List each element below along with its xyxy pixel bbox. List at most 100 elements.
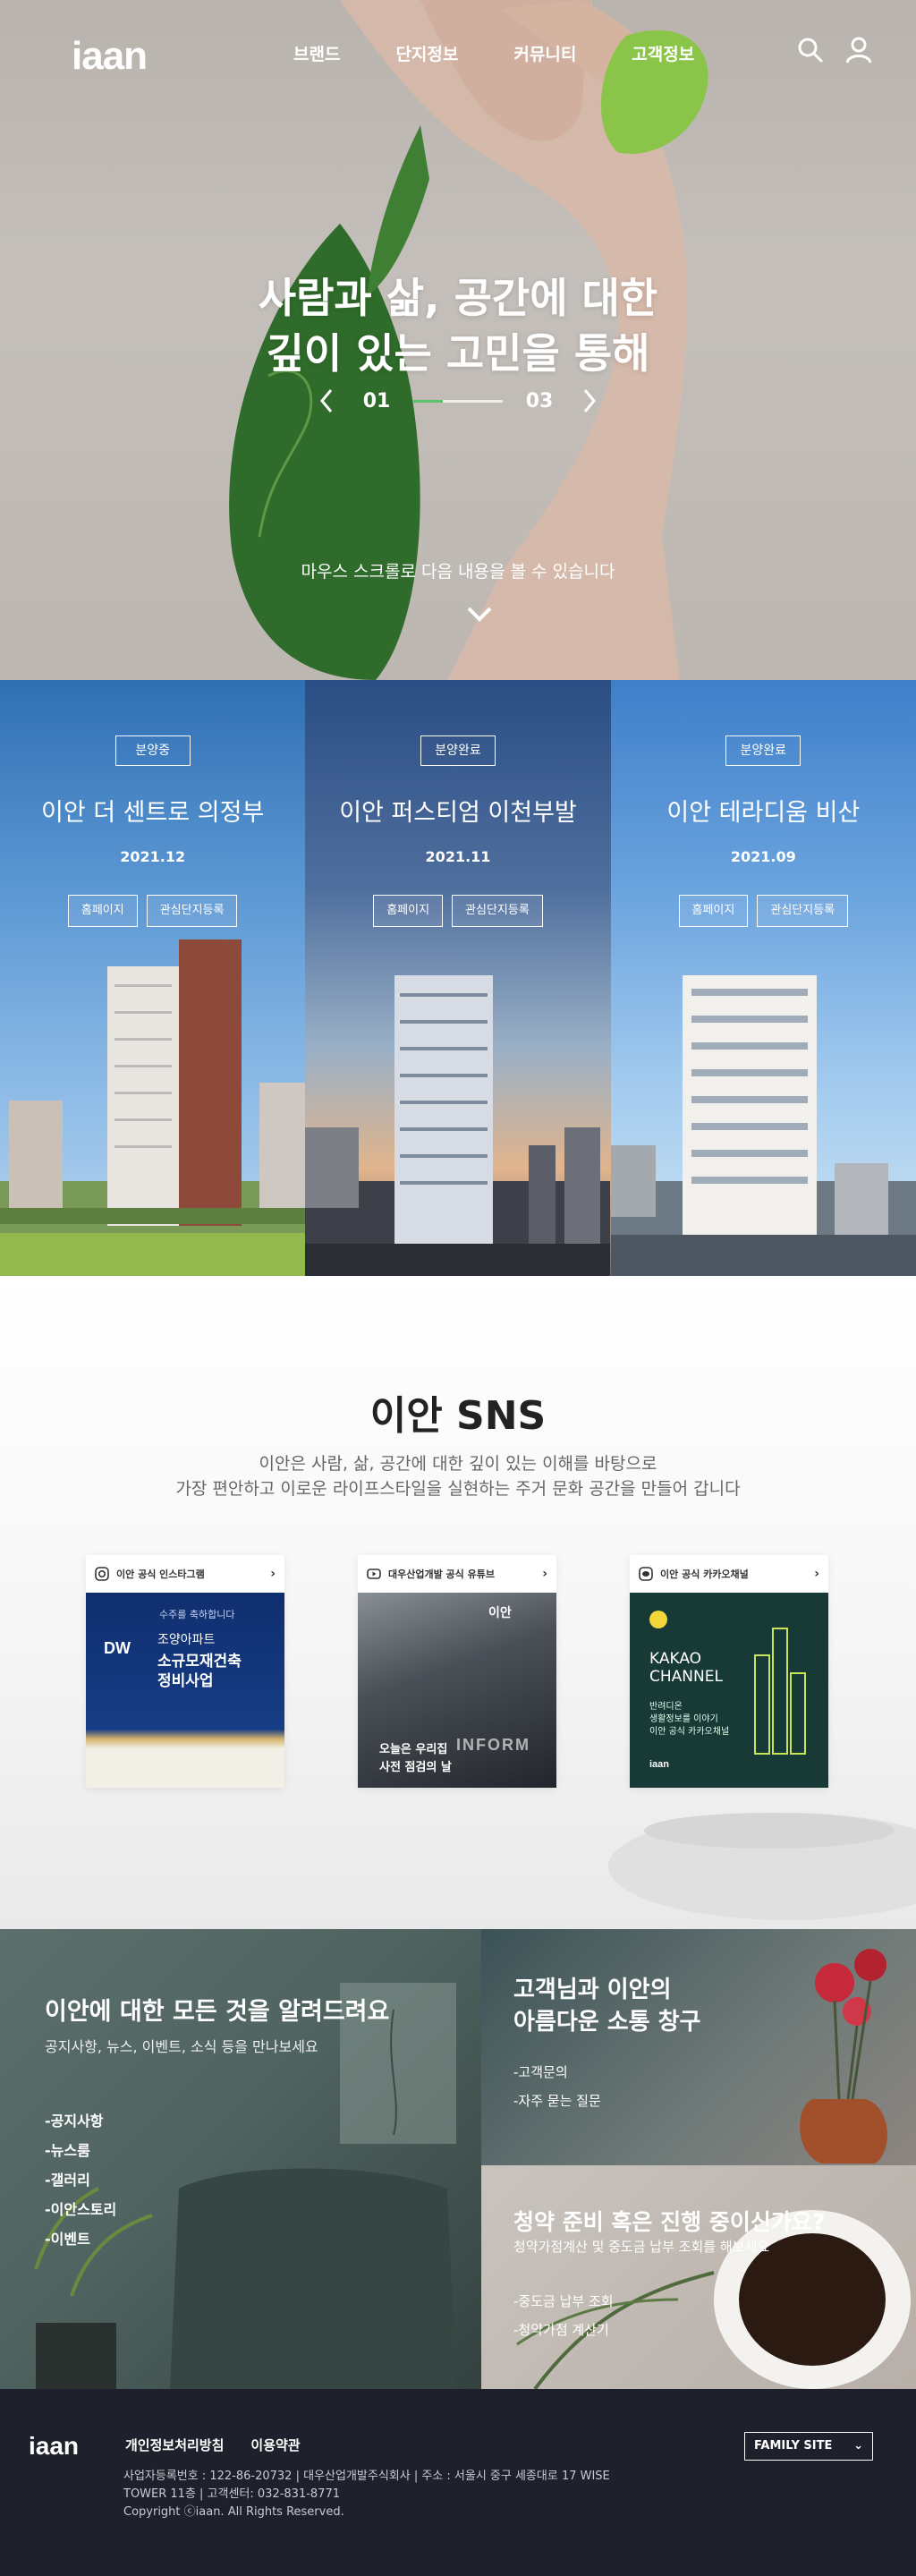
thumb-title-1: 오늘은 우리집 — [379, 1743, 448, 1756]
slide-progress-fill — [413, 399, 443, 403]
chevron-left-icon[interactable] — [313, 383, 340, 419]
slide-progress-bar — [413, 399, 503, 403]
hero-title-line2: 깊이 있는 고민을 통해 — [266, 329, 650, 378]
project-building-image — [610, 975, 916, 1276]
search-icon[interactable] — [796, 36, 825, 64]
project-date: 2021.09 — [730, 848, 796, 865]
terms-link[interactable]: 이용약관 — [250, 2436, 300, 2454]
company-info: 사업자등록번호 : 122-86-20732 | 대우산업개발주식회사 | 주소… — [123, 2468, 610, 2521]
subscription-title: 청약 준비 혹은 진행 중이신가요? — [513, 2209, 826, 2235]
register-interest-button[interactable]: 관심단지등록 — [757, 895, 849, 927]
thumb-inform: INFORM — [456, 1736, 530, 1754]
kakao-card[interactable]: 이안 공식 카카오채널 › KAKAO CHANNEL 반려디온 생활정보를 이… — [630, 1555, 828, 1788]
site-header: iaan 브랜드 단지정보 커뮤니티 고객정보 — [0, 0, 916, 106]
project-name: 이안 퍼스티엄 이천부발 — [339, 799, 577, 827]
nav-brand[interactable]: 브랜드 — [293, 41, 340, 65]
youtube-icon — [367, 1569, 381, 1579]
card-header: 대우산업개발 공식 유튜브 › — [358, 1555, 556, 1593]
news-panel: 이안에 대한 모든 것을 알려드려요 공지사항, 뉴스, 이벤트, 소식 등을 … — [0, 1929, 481, 2389]
user-icon[interactable] — [844, 36, 873, 64]
project-card[interactable]: 분양완료 이안 퍼스티엄 이천부발 2021.11 홈페이지 관심단지등록 — [305, 680, 611, 1276]
slide-total: 03 — [525, 389, 554, 412]
sns-section: 이안 SNS 이안은 사람, 삶, 공간에 대한 깊이 있는 이해를 바탕으로 … — [0, 1276, 916, 1929]
post-caption: 수주를 축하합니다 — [159, 1609, 235, 1620]
news-links: -공지사항 -뉴스룸 -갤러리 -이안스토리 -이벤트 — [45, 2106, 116, 2254]
customer-panel: 고객님과 이안의 아름다운 소통 창구 -고객문의 -자주 묻는 질문 — [481, 1929, 916, 2165]
project-date: 2021.12 — [120, 848, 186, 865]
main-nav: 브랜드 단지정보 커뮤니티 고객정보 — [293, 41, 750, 65]
slide-current: 01 — [362, 389, 391, 412]
card-header: 이안 공식 인스타그램 › — [86, 1555, 284, 1593]
coffee-cup-image — [516, 2210, 911, 2389]
register-interest-button[interactable]: 관심단지등록 — [452, 895, 543, 927]
chevron-right-icon: › — [814, 1567, 819, 1581]
info-right-panels: 고객님과 이안의 아름다운 소통 창구 -고객문의 -자주 묻는 질문 청약 준… — [481, 1929, 916, 2389]
homepage-button[interactable]: 홈페이지 — [678, 895, 749, 927]
company-info-line2: TOWER 11층 | 고객센터: 032-831-8771 — [123, 2487, 340, 2501]
post-subtitle: 조양아파트 — [157, 1633, 216, 1647]
kakao-channel-image: KAKAO CHANNEL 반려디온 생활정보를 이야기 이안 공식 카카오채널… — [630, 1593, 828, 1788]
post-title-2: 정비사업 — [157, 1672, 214, 1690]
customer-title-2: 아름다운 소통 창구 — [513, 2009, 701, 2036]
youtube-thumbnail: 이안 INFORM 오늘은 우리집 사전 점검의 날 — [358, 1593, 556, 1788]
status-badge: 분양중 — [114, 735, 191, 766]
customer-links: -고객문의 -자주 묻는 질문 — [513, 2058, 601, 2115]
chevron-down-icon: ⌄ — [853, 2439, 863, 2453]
chevron-right-icon: › — [270, 1567, 276, 1581]
hero-section: iaan 브랜드 단지정보 커뮤니티 고객정보 사람과 삶, 공간에 대한 깊이… — [0, 0, 916, 680]
site-logo[interactable]: iaan — [72, 34, 148, 79]
chevron-down-icon[interactable] — [463, 601, 496, 626]
link-event[interactable]: -이벤트 — [45, 2224, 116, 2254]
nav-customer-info[interactable]: 고객정보 — [632, 41, 694, 65]
link-score-calculator[interactable]: -청약가점 계산기 — [513, 2316, 614, 2344]
news-title: 이안에 대한 모든 것을 알려드려요 — [45, 1998, 390, 2026]
link-customer-inquiry[interactable]: -고객문의 — [513, 2058, 601, 2087]
thumb-brand: 이안 — [488, 1606, 512, 1620]
project-name: 이안 테라디움 비산 — [666, 799, 861, 827]
register-interest-button[interactable]: 관심단지등록 — [146, 895, 238, 927]
nav-complex-info[interactable]: 단지정보 — [395, 41, 458, 65]
project-card[interactable]: 분양완료 이안 테라디움 비산 2021.09 홈페이지 관심단지등록 — [610, 680, 916, 1276]
card-header: 이안 공식 카카오채널 › — [630, 1555, 828, 1593]
link-installment-lookup[interactable]: -중도금 납부 조회 — [513, 2287, 614, 2316]
sns-desc-line2: 가장 편안하고 이로운 라이프스타일을 실현하는 주거 문화 공간을 만들어 갑… — [175, 1479, 741, 1499]
sns-title: 이안 SNS — [369, 1393, 547, 1439]
link-gallery[interactable]: -갤러리 — [45, 2165, 116, 2195]
project-buttons: 홈페이지 관심단지등록 — [305, 895, 610, 927]
youtube-card[interactable]: 대우산업개발 공식 유튜브 › 이안 INFORM 오늘은 우리집 사전 점검의… — [358, 1555, 556, 1788]
link-newsroom[interactable]: -뉴스룸 — [45, 2136, 116, 2165]
link-faq[interactable]: -자주 묻는 질문 — [513, 2087, 601, 2115]
family-site-select[interactable]: FAMILY SITE ⌄ — [744, 2432, 873, 2461]
project-card[interactable]: 분양중 이안 더 센트로 의정부 2021.12 홈페이지 관심단지등록 — [0, 680, 306, 1276]
nav-community[interactable]: 커뮤니티 — [513, 41, 576, 65]
projects-section: 분양중 이안 더 센트로 의정부 2021.12 홈페이지 관심단지등록 분양완… — [0, 680, 916, 1276]
footer-logo[interactable]: iaan — [29, 2432, 79, 2461]
hero-slider-controls: 01 03 — [313, 383, 603, 419]
project-buttons: 홈페이지 관심단지등록 — [0, 895, 305, 927]
privacy-policy-link[interactable]: 개인정보처리방침 — [125, 2436, 224, 2454]
link-iaan-story[interactable]: -이안스토리 — [45, 2195, 116, 2224]
dw-logo: DW — [104, 1639, 131, 1657]
link-notice[interactable]: -공지사항 — [45, 2106, 116, 2136]
project-buttons: 홈페이지 관심단지등록 — [611, 895, 916, 927]
family-site-label: FAMILY SITE — [754, 2439, 833, 2453]
homepage-button[interactable]: 홈페이지 — [67, 895, 138, 927]
sns-desc-line1: 이안은 사람, 삶, 공간에 대한 깊이 있는 이해를 바탕으로 — [259, 1454, 657, 1474]
scroll-hint: 마우스 스크롤로 다음 내용을 볼 수 있습니다 — [301, 562, 615, 582]
project-name: 이안 더 센트로 의정부 — [41, 799, 265, 827]
subscription-panel: 청약 준비 혹은 진행 중이신가요? 청약가점계산 및 중도금 납부 조회를 해… — [481, 2165, 916, 2389]
header-icons — [796, 36, 873, 64]
info-section: 이안에 대한 모든 것을 알려드려요 공지사항, 뉴스, 이벤트, 소식 등을 … — [0, 1929, 916, 2389]
hero-title-rest: 에 대한 — [530, 274, 658, 322]
thumb-title-2: 사전 점검의 날 — [379, 1761, 452, 1774]
status-badge: 분양완료 — [725, 735, 802, 766]
chevron-right-icon: › — [542, 1567, 547, 1581]
instagram-card[interactable]: 이안 공식 인스타그램 › 수주를 축하합니다 DW 조양아파트 소규모재건축 … — [86, 1555, 284, 1788]
chevron-right-icon[interactable] — [576, 383, 603, 419]
card-label: 이안 공식 카카오채널 — [660, 1569, 749, 1580]
site-footer: iaan 개인정보처리방침 이용약관 사업자등록번호 : 122-86-2073… — [0, 2389, 916, 2576]
customer-title-1: 고객님과 이안의 — [513, 1977, 672, 2003]
homepage-button[interactable]: 홈페이지 — [373, 895, 444, 927]
card-label: 이안 공식 인스타그램 — [116, 1569, 205, 1580]
project-building-image — [0, 939, 305, 1276]
